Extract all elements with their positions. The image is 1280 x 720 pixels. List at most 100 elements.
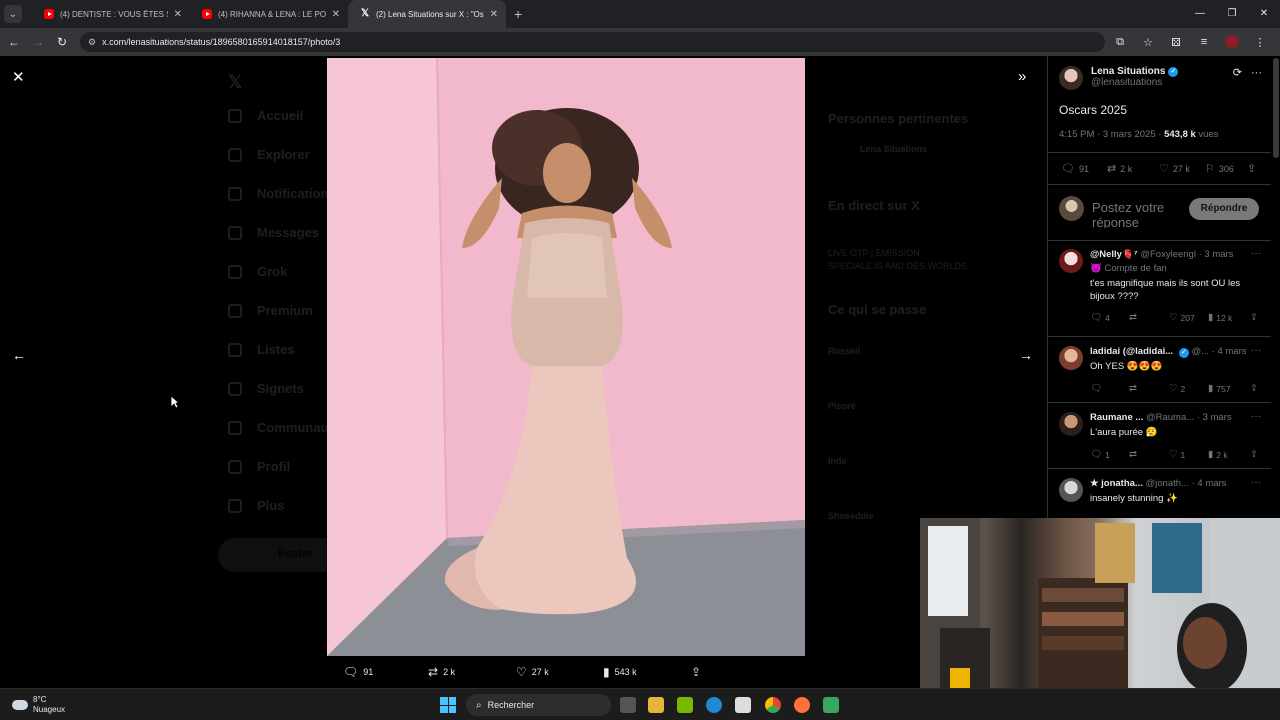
reply-author-name[interactable]: @Nelly🫀⁷ [1090,249,1138,260]
author-avatar[interactable] [1059,66,1083,90]
minimize-icon[interactable]: — [1184,0,1216,28]
share-button[interactable]: ⇪ [1250,449,1261,460]
more-options-icon[interactable]: ··· [1251,411,1261,422]
divider [1048,402,1271,403]
app-icon[interactable] [823,697,839,713]
next-photo-arrow-icon[interactable]: → [1019,347,1033,363]
windows-start-icon[interactable] [440,697,456,713]
more-options-icon[interactable]: ··· [1251,248,1261,259]
grok-explain-icon[interactable]: ⟳ [1233,67,1242,79]
post-author[interactable]: Lena Situations ✓ @lenasituations [1059,66,1179,90]
reply-avatar[interactable] [1059,412,1083,436]
file-explorer-icon[interactable] [648,697,664,713]
repost-button[interactable]: ⇄ 2 k [1107,162,1132,175]
heart-icon: ♡ [1169,312,1178,323]
photo-share-button[interactable]: ⇪ [691,665,706,679]
tab-close-icon[interactable]: ✕ [490,9,498,20]
tab-close-icon[interactable]: ✕ [174,9,182,20]
like-button[interactable]: ♡ 207 [1169,312,1195,323]
reply-date[interactable]: · 3 mars [1199,249,1234,260]
reply-item[interactable]: Raumane ... @Rauma... · 3 mars ··· L'aur… [1059,411,1271,462]
reply-date[interactable]: · 4 mars [1192,478,1227,489]
bookmark-star-icon[interactable]: ☆ [1134,36,1162,49]
microsoft-store-icon[interactable] [735,697,751,713]
site-info-icon[interactable]: ⚙ [88,37,96,48]
reply-submit-button[interactable]: Répondre [1189,198,1259,220]
reply-author-handle[interactable]: @Foxyleengl [1140,249,1196,260]
post-photo[interactable] [327,58,805,656]
tab-close-icon[interactable]: ✕ [332,9,340,20]
views-button[interactable]: ▮ 12 k [1208,312,1232,323]
reply-item[interactable]: @Nelly🫀⁷ @Foxyleengl · 3 mars ··· 😈 Comp… [1059,248,1271,329]
profile-avatar[interactable] [1225,35,1239,49]
reply-author-handle[interactable]: @Rauma... [1146,412,1194,423]
bookmark-button[interactable]: ⚐ 306 [1205,162,1234,175]
reply-author-name[interactable]: ★ jonatha... [1090,478,1143,489]
address-bar[interactable]: ⚙ x.com/lenasituations/status/1896580165… [80,32,1105,52]
reply-avatar[interactable] [1059,478,1083,502]
reply-avatar[interactable] [1059,249,1083,273]
views-button[interactable]: ▮ 2 k [1208,449,1228,460]
chrome-icon[interactable] [765,697,781,713]
reading-list-icon[interactable]: ≡ [1190,36,1218,48]
menu-kebab-icon[interactable]: ⋮ [1246,36,1274,49]
like-button[interactable]: ♡ 2 [1169,383,1185,394]
more-options-icon[interactable]: ··· [1251,477,1261,488]
photo-like-button[interactable]: ♡ 27 k [516,665,549,679]
firefox-icon[interactable] [794,697,810,713]
browser-tab-1[interactable]: (4) DENTISTE : VOUS ÊTES SALE ✕ [32,0,190,28]
views-button[interactable]: ▮ 757 [1208,383,1230,394]
cast-icon[interactable]: ⧉ [1106,36,1134,49]
share-button[interactable]: ⇪ [1250,383,1261,394]
back-arrow-icon[interactable]: ← [2,35,26,49]
reply-item[interactable]: ★ jonatha... @jonath... · 4 mars ··· ins… [1059,477,1271,518]
reply-input[interactable]: Postez votre réponse [1092,200,1187,228]
repost-button[interactable]: ⇄ [1129,383,1140,394]
photo-views-button[interactable]: ▮ 543 k [603,665,637,679]
new-tab-button[interactable]: + [514,6,522,22]
repost-button[interactable]: ⇄ [1129,312,1140,323]
reply-button[interactable]: 🗨 1 [1090,449,1110,460]
extensions-icon[interactable]: ⚄ [1162,36,1190,49]
weather-widget[interactable]: 8°C Nuageux [12,695,65,715]
reply-item[interactable]: ladidai (@ladidai... ✓ @... · 4 mars ···… [1059,345,1271,396]
youtube-icon [202,9,212,19]
like-button[interactable]: ♡ 27 k [1159,162,1190,175]
photo-repost-button[interactable]: ⇄ 2 k [428,665,455,679]
browser-tab-2[interactable]: (4) RIHANNA & LENA : LE POU ✕ [190,0,348,28]
photo-reply-button[interactable]: 🗨 91 [343,665,373,679]
reply-date[interactable]: · 4 mars [1212,346,1247,357]
tab-search-button[interactable]: ⌄ [4,5,22,23]
panel-scrollbar[interactable] [1273,58,1279,158]
share-button[interactable]: ⇪ [1250,312,1261,323]
browser-tab-3[interactable]: 𝕏 (2) Lena Situations sur X : "Osca ✕ [348,0,506,28]
repost-button[interactable]: ⇄ [1129,449,1140,460]
restore-icon[interactable]: ❐ [1216,0,1248,28]
reply-button[interactable]: 🗨 91 [1061,162,1089,175]
nvidia-icon[interactable] [677,697,693,713]
forward-arrow-icon[interactable]: → [26,35,50,49]
post-timestamp[interactable]: 4:15 PM · 3 mars 2025 · [1059,129,1164,140]
reload-icon[interactable]: ↻ [50,35,74,49]
author-name[interactable]: Lena Situations ✓ [1091,66,1179,77]
taskbar-search[interactable]: ⌕ Rechercher [466,694,611,716]
author-handle[interactable]: @lenasituations [1091,77,1178,88]
reply-author-name[interactable]: ladidai (@ladidai... [1090,346,1173,357]
collapse-panel-icon[interactable]: » [1018,68,1026,85]
more-options-icon[interactable]: ··· [1251,345,1261,356]
reply-author-handle[interactable]: @jonath... [1146,478,1189,489]
previous-photo-arrow-icon[interactable]: ← [12,347,26,363]
task-view-icon[interactable] [620,697,636,713]
reply-avatar[interactable] [1059,346,1083,370]
reply-date[interactable]: · 3 mars [1197,412,1232,423]
edge-browser-icon[interactable] [706,697,722,713]
reply-author-name[interactable]: Raumane ... [1090,412,1143,423]
like-button[interactable]: ♡ 1 [1169,449,1185,460]
reply-button[interactable]: 🗨 [1090,383,1105,394]
close-window-icon[interactable]: ✕ [1248,0,1280,28]
reply-author-handle[interactable]: @... [1191,346,1209,357]
close-icon[interactable]: ✕ [12,68,25,86]
more-options-icon[interactable]: ··· [1251,67,1262,79]
share-button[interactable]: ⇪ [1247,162,1260,175]
reply-button[interactable]: 🗨 4 [1090,312,1110,323]
